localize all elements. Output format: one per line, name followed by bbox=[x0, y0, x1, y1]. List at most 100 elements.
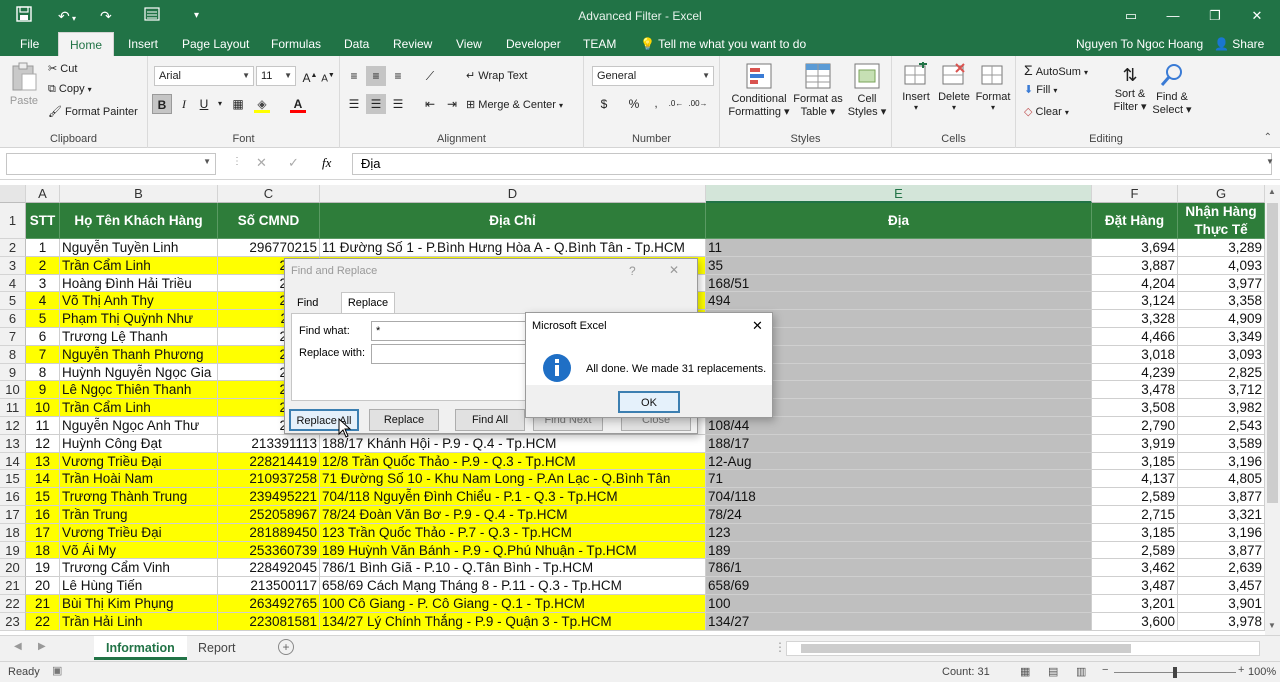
cell-dat-hang[interactable]: 4,466 bbox=[1092, 328, 1178, 346]
find-select-button[interactable]: Find & Select ▾ bbox=[1152, 62, 1192, 116]
cell-nhan-hang[interactable]: 2,639 bbox=[1178, 559, 1265, 578]
row-header[interactable]: 19 bbox=[0, 541, 26, 560]
format-cells-button[interactable]: Format ▾ bbox=[974, 62, 1012, 112]
cell-dia[interactable]: 78/24 bbox=[706, 506, 1092, 524]
cell-name[interactable]: Nguyễn Tuyền Linh bbox=[60, 239, 218, 257]
cell-cmnd[interactable]: 296770215 bbox=[218, 239, 320, 257]
minimize-icon[interactable]: — bbox=[1158, 4, 1188, 28]
cell-dia[interactable]: 134/27 bbox=[706, 612, 1092, 631]
enter-icon[interactable]: ✓ bbox=[288, 155, 299, 171]
cell-dat-hang[interactable]: 3,201 bbox=[1092, 595, 1178, 613]
cell-stt[interactable]: 5 bbox=[26, 310, 60, 328]
header-stt[interactable]: STT bbox=[26, 203, 60, 239]
row-header[interactable]: 18 bbox=[0, 523, 26, 542]
row-header[interactable]: 9 bbox=[0, 363, 26, 382]
cell-address[interactable]: 134/27 Lý Chính Thắng - P.9 - Quận 3 - T… bbox=[320, 612, 706, 631]
align-center-icon[interactable]: ☰ bbox=[366, 94, 386, 114]
cell-nhan-hang[interactable]: 3,977 bbox=[1178, 274, 1265, 293]
cell-cmnd[interactable]: 252058967 bbox=[218, 506, 320, 524]
cell-cmnd[interactable]: 281889450 bbox=[218, 523, 320, 542]
cell-dat-hang[interactable]: 3,462 bbox=[1092, 559, 1178, 578]
replace-with-input[interactable] bbox=[371, 344, 531, 364]
cell-nhan-hang[interactable]: 2,825 bbox=[1178, 363, 1265, 382]
comma-icon[interactable]: , bbox=[646, 94, 666, 114]
insert-cells-button[interactable]: Insert ▾ bbox=[898, 60, 934, 112]
split-handle-icon[interactable]: ⋮ bbox=[774, 640, 786, 654]
cancel-icon[interactable]: ✕ bbox=[256, 155, 267, 171]
cell-dat-hang[interactable]: 2,790 bbox=[1092, 417, 1178, 435]
page-layout-view-icon[interactable]: ▤ bbox=[1048, 665, 1058, 678]
cell-dat-hang[interactable]: 2,589 bbox=[1092, 488, 1178, 506]
cell-name[interactable]: Hoàng Đình Hải Triều bbox=[60, 274, 218, 293]
cell-address[interactable]: 704/118 Nguyễn Đình Chiểu - P.1 - Q.3 - … bbox=[320, 488, 706, 506]
cell-dia[interactable]: 658/69 bbox=[706, 577, 1092, 595]
cell-name[interactable]: Vương Triều Đại bbox=[60, 523, 218, 542]
cell-address[interactable]: 71 Đường Số 10 - Khu Nam Long - P.An Lạc… bbox=[320, 470, 706, 489]
share-button[interactable]: 👤 Share bbox=[1204, 32, 1274, 56]
cell-dat-hang[interactable]: 4,239 bbox=[1092, 363, 1178, 382]
scroll-thumb[interactable] bbox=[1267, 203, 1278, 503]
cell-nhan-hang[interactable]: 3,358 bbox=[1178, 292, 1265, 311]
collapse-ribbon-icon[interactable]: ⌃ bbox=[1264, 132, 1272, 143]
row-header[interactable]: 8 bbox=[0, 345, 26, 364]
row-header[interactable]: 6 bbox=[0, 310, 26, 328]
column-header-d[interactable]: D bbox=[320, 185, 706, 203]
row-header[interactable]: 16 bbox=[0, 488, 26, 506]
row-header[interactable]: 20 bbox=[0, 559, 26, 578]
cell-nhan-hang[interactable]: 4,093 bbox=[1178, 256, 1265, 275]
scroll-down-icon[interactable]: ▼ bbox=[1268, 621, 1276, 630]
cell-address[interactable]: 78/24 Đoàn Văn Bơ - P.9 - Q.4 - Tp.HCM bbox=[320, 506, 706, 524]
find-what-input[interactable]: * bbox=[371, 321, 531, 341]
cell-name[interactable]: Trương Thành Trung bbox=[60, 488, 218, 506]
cell-name[interactable]: Trần Trung bbox=[60, 506, 218, 524]
column-header-f[interactable]: F bbox=[1092, 185, 1178, 203]
tab-developer[interactable]: Developer bbox=[496, 32, 571, 56]
cell-dia[interactable]: 12-Aug bbox=[706, 452, 1092, 471]
cell-stt[interactable]: 17 bbox=[26, 523, 60, 542]
cell-dia[interactable]: 35 bbox=[706, 256, 1092, 275]
cell-nhan-hang[interactable]: 3,289 bbox=[1178, 239, 1265, 257]
cell-dat-hang[interactable]: 3,887 bbox=[1092, 256, 1178, 275]
cell-nhan-hang[interactable]: 3,093 bbox=[1178, 345, 1265, 364]
cell-nhan-hang[interactable]: 4,909 bbox=[1178, 310, 1265, 328]
row-header[interactable]: 4 bbox=[0, 274, 26, 293]
cell-stt[interactable]: 12 bbox=[26, 434, 60, 453]
column-header-a[interactable]: A bbox=[26, 185, 60, 203]
cell-dat-hang[interactable]: 3,124 bbox=[1092, 292, 1178, 311]
cell-name[interactable]: Võ Thị Anh Thy bbox=[60, 292, 218, 311]
grow-font-icon[interactable]: A▲ bbox=[300, 66, 320, 86]
wrap-text-button[interactable]: ↵ Wrap Text bbox=[466, 69, 527, 82]
cell-stt[interactable]: 14 bbox=[26, 470, 60, 489]
cell-dat-hang[interactable]: 3,600 bbox=[1092, 612, 1178, 631]
number-format-combo[interactable]: General ▼ bbox=[592, 66, 714, 86]
sheet-tab-report[interactable]: Report bbox=[186, 636, 248, 660]
cell-styles-button[interactable]: Cell Styles ▾ bbox=[846, 62, 888, 118]
zoom-level[interactable]: 100% bbox=[1248, 666, 1276, 678]
row-header[interactable]: 3 bbox=[0, 256, 26, 275]
header-dat-hang[interactable]: Đặt Hàng bbox=[1092, 203, 1178, 239]
cell-dat-hang[interactable]: 3,508 bbox=[1092, 399, 1178, 417]
sheet-tab-information[interactable]: Information bbox=[94, 636, 187, 660]
clear-button[interactable]: ◇ Clear ▾ bbox=[1024, 105, 1069, 118]
zoom-slider-thumb[interactable] bbox=[1173, 667, 1177, 678]
cell-name[interactable]: Trương Lệ Thanh bbox=[60, 328, 218, 346]
tab-find[interactable]: Find bbox=[297, 297, 318, 309]
cell-dia[interactable]: 786/1 bbox=[706, 559, 1092, 578]
cell-dia[interactable]: 100 bbox=[706, 595, 1092, 613]
cell-dat-hang[interactable]: 2,589 bbox=[1092, 541, 1178, 560]
replace-button[interactable]: Replace bbox=[369, 409, 439, 431]
cell-stt[interactable]: 1 bbox=[26, 239, 60, 257]
scroll-left-icon[interactable]: ◀ bbox=[14, 641, 22, 652]
cell-name[interactable]: Võ Ái My bbox=[60, 541, 218, 560]
percent-icon[interactable]: % bbox=[624, 94, 644, 114]
cell-stt[interactable]: 8 bbox=[26, 363, 60, 382]
increase-indent-icon[interactable]: ⇥ bbox=[442, 94, 462, 114]
cell-dia[interactable]: 71 bbox=[706, 470, 1092, 489]
row-header[interactable]: 5 bbox=[0, 292, 26, 311]
autosum-button[interactable]: Σ AutoSum ▾ bbox=[1024, 62, 1088, 78]
font-name-combo[interactable]: Arial ▼ bbox=[154, 66, 254, 86]
close-icon[interactable]: ✕ bbox=[1242, 4, 1272, 28]
cell-name[interactable]: Trần Cẩm Linh bbox=[60, 399, 218, 417]
cell-stt[interactable]: 13 bbox=[26, 452, 60, 471]
row-header[interactable]: 11 bbox=[0, 399, 26, 417]
